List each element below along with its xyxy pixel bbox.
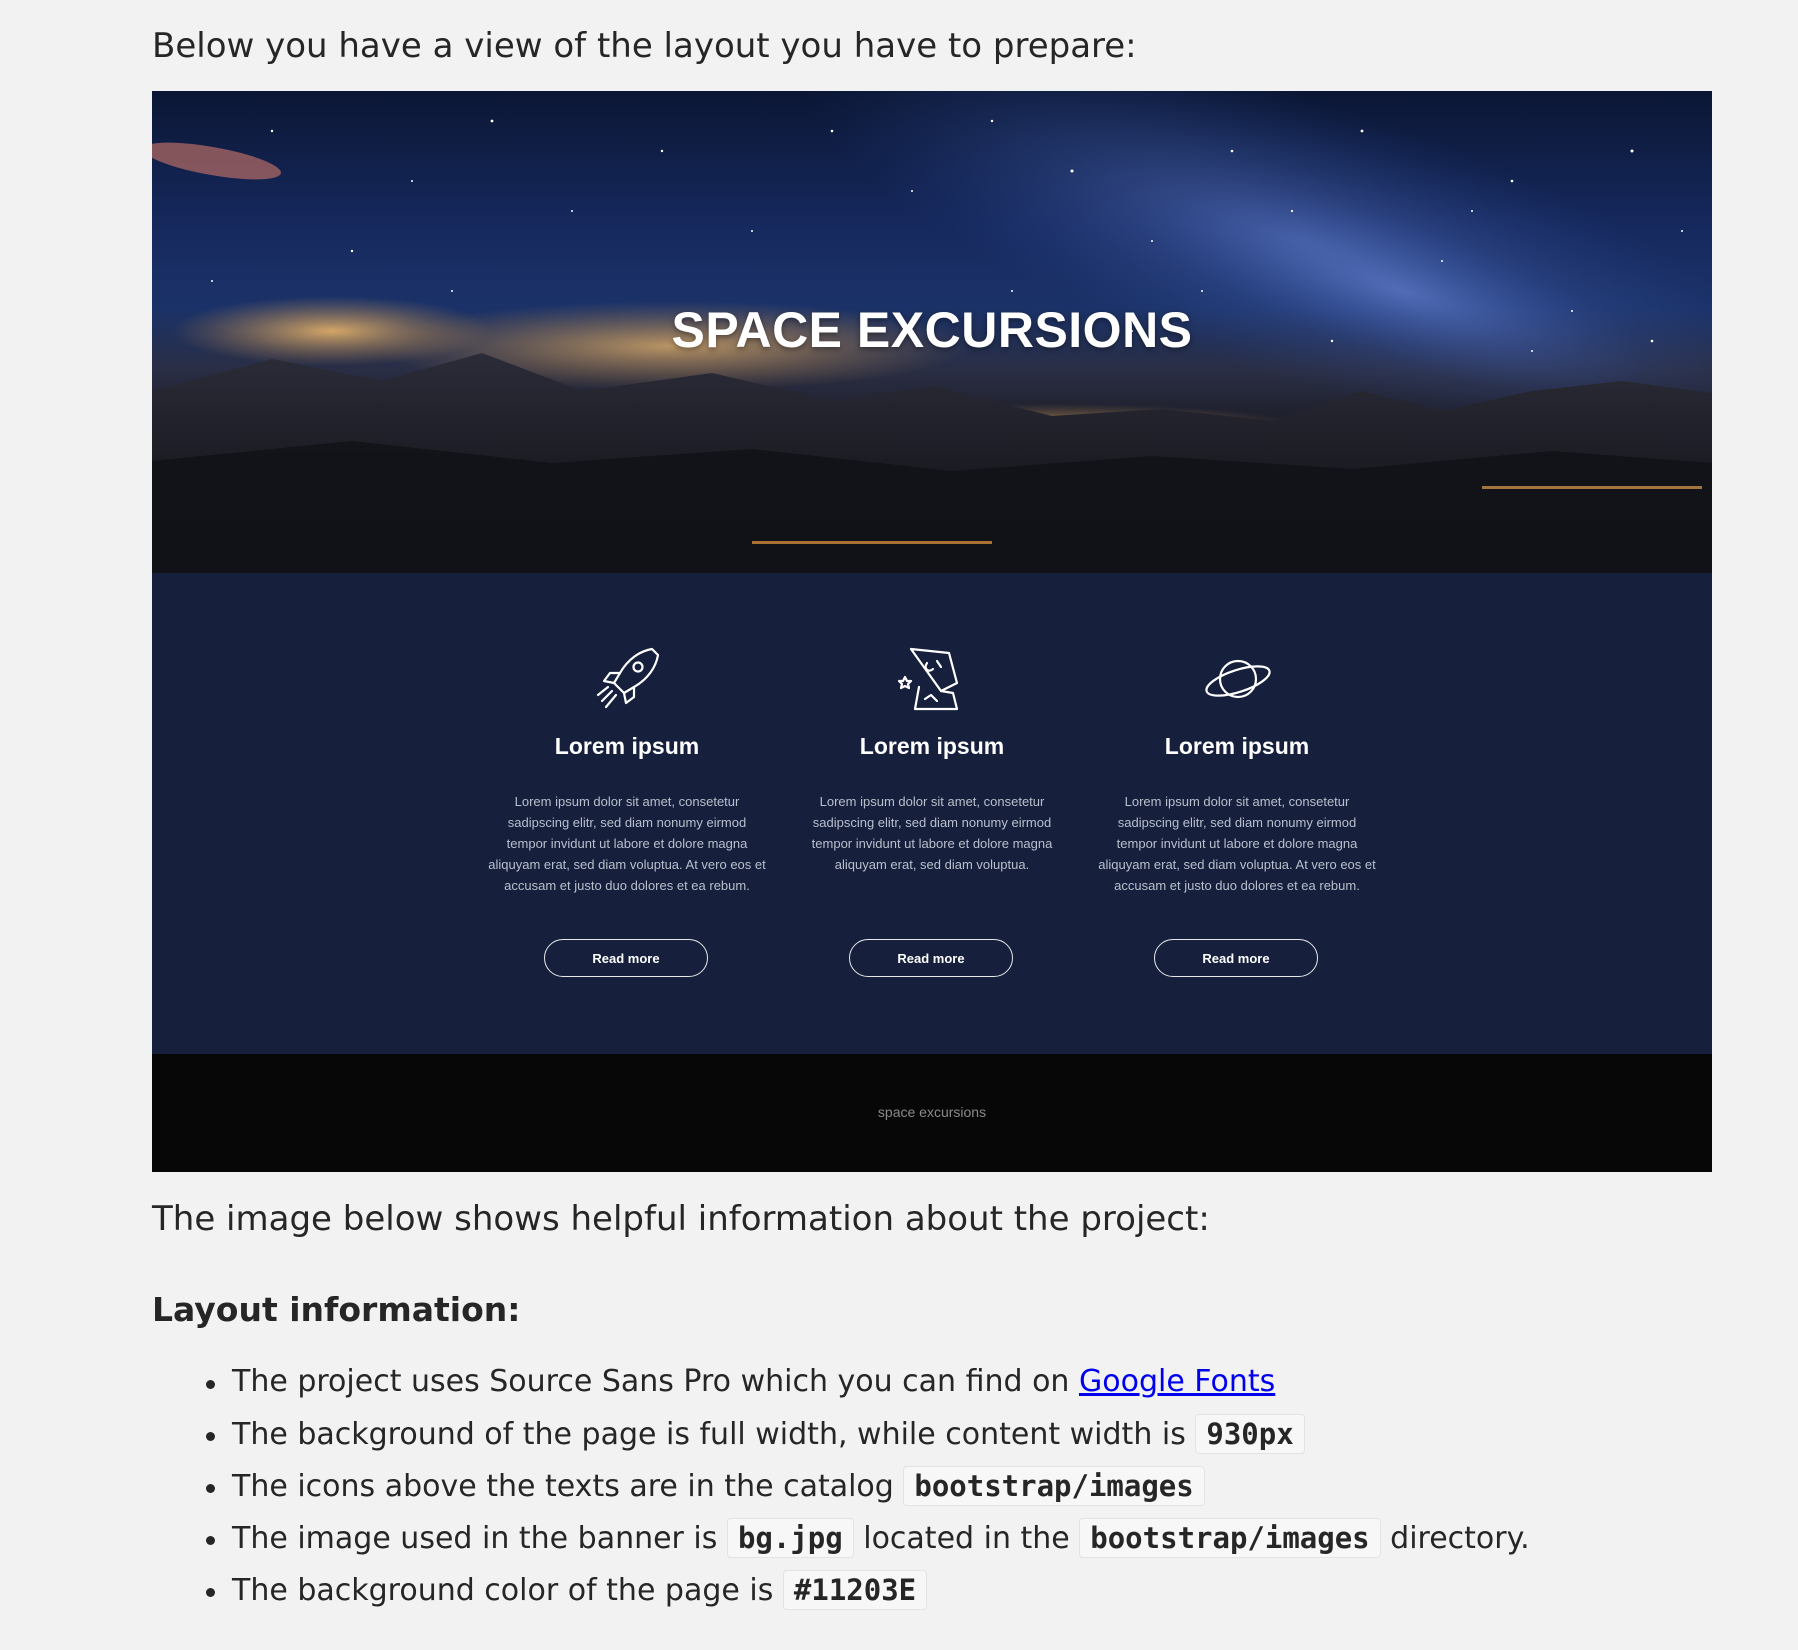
google-fonts-link[interactable]: Google Fonts [1079, 1364, 1275, 1399]
feature-text: Lorem ipsum dolor sit amet, consetetur s… [1098, 794, 1376, 893]
inline-code: bg.jpg [726, 1518, 854, 1558]
list-item: The background of the page is full width… [206, 1410, 1732, 1462]
list-item-text: The icons above the texts are in the cat… [232, 1469, 904, 1504]
banner: SPACE EXCURSIONS [152, 91, 1712, 573]
intro-text: Below you have a view of the layout you … [152, 26, 1137, 66]
layout-preview: SPACE EXCURSIONS Lorem ipsum Lorem ipsum… [152, 91, 1712, 1172]
read-more-button[interactable]: Read more [544, 939, 708, 977]
read-more-button[interactable]: Read more [1154, 939, 1318, 977]
feature-text: Lorem ipsum dolor sit amet, consetetur s… [811, 794, 1053, 872]
feature-text: Lorem ipsum dolor sit amet, consetetur s… [488, 794, 766, 893]
planet-icon [1205, 659, 1271, 699]
inline-code: bootstrap/images [1079, 1518, 1381, 1558]
features-section: Lorem ipsum Lorem ipsum dolor sit amet, … [152, 573, 1712, 1054]
rocket-icon [596, 647, 660, 709]
info-heading: Layout information: [152, 1290, 521, 1329]
list-item-text: The background color of the page is [232, 1573, 783, 1608]
list-item-text: The background of the page is full width… [232, 1417, 1196, 1452]
info-lead-text: The image below shows helpful informatio… [152, 1199, 1210, 1239]
list-item-text: The image used in the banner is [232, 1521, 727, 1556]
crashed-rocket-icon [897, 647, 959, 711]
footer: space excursions [152, 1054, 1712, 1172]
list-item-text: directory. [1380, 1521, 1530, 1556]
inline-code: 930px [1195, 1414, 1305, 1454]
feature-title: Lorem ipsum [859, 733, 1005, 759]
feature-title: Lorem ipsum [554, 733, 700, 759]
banner-title: SPACE EXCURSIONS [671, 302, 1193, 358]
list-item: The icons above the texts are in the cat… [206, 1462, 1732, 1514]
list-item: The project uses Source Sans Pro which y… [206, 1358, 1732, 1410]
footer-text: space excursions [877, 1104, 987, 1120]
list-item: The image used in the banner is bg.jpg l… [206, 1514, 1732, 1566]
inline-code: #11203E [782, 1570, 928, 1610]
read-more-button[interactable]: Read more [849, 939, 1013, 977]
info-list: The project uses Source Sans Pro which y… [152, 1358, 1732, 1618]
inline-code: bootstrap/images [903, 1466, 1205, 1506]
feature-title: Lorem ipsum [1164, 733, 1310, 759]
list-item: The background color of the page is #112… [206, 1566, 1732, 1618]
list-item-text: located in the [853, 1521, 1080, 1556]
list-item-text: The project uses Source Sans Pro which y… [232, 1364, 1079, 1399]
